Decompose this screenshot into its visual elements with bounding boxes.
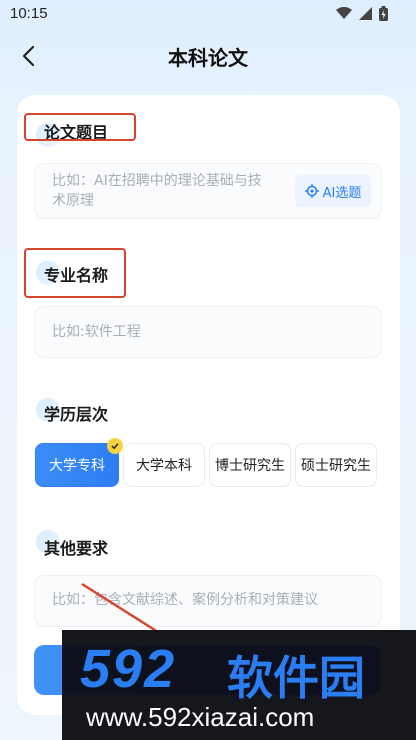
- education-label: 学历层次: [44, 405, 109, 424]
- education-option-label: 博士研究生: [215, 458, 285, 474]
- signal-icon: [359, 7, 372, 20]
- form-card: 论文题目 比如：AI在招聘中的理论基础与技术原理 AI选题 专业名称 比如:软件…: [17, 95, 400, 715]
- topic-label-highlight: [24, 113, 136, 141]
- wifi-icon: [336, 7, 352, 19]
- education-option-bachelor[interactable]: 大学本科: [123, 443, 205, 487]
- topic-input[interactable]: 比如：AI在招聘中的理论基础与技术原理 AI选题: [34, 163, 382, 219]
- battery-icon: [379, 6, 388, 21]
- major-placeholder: 比如:软件工程: [52, 324, 141, 340]
- ai-topic-button[interactable]: AI选题: [295, 175, 371, 207]
- watermark-site-name: 软件园: [227, 651, 365, 705]
- check-icon: [107, 438, 123, 454]
- nav-bar: 本科论文: [0, 32, 416, 80]
- other-label: 其他要求: [44, 539, 109, 558]
- major-input[interactable]: 比如:软件工程: [34, 306, 382, 358]
- education-option-master[interactable]: 硕士研究生: [295, 443, 377, 487]
- status-bar: 10:15: [0, 0, 416, 30]
- education-option-label: 大学专科: [49, 458, 105, 474]
- education-option-phd[interactable]: 博士研究生: [209, 443, 291, 487]
- education-option-label: 硕士研究生: [301, 458, 371, 474]
- target-icon: [304, 184, 319, 198]
- watermark-url: www.592xiazai.com: [86, 702, 315, 732]
- ai-topic-button-label: AI选题: [322, 185, 362, 201]
- page-title: 本科论文: [168, 46, 248, 70]
- education-option-label: 大学本科: [136, 458, 192, 474]
- status-time: 10:15: [10, 5, 48, 22]
- watermark-banner: 592 软件园 www.592xiazai.com: [62, 630, 416, 740]
- topic-placeholder: 比如：AI在招聘中的理论基础与技术原理: [52, 173, 262, 209]
- watermark-number: 592: [80, 639, 177, 699]
- status-icons: [336, 6, 388, 21]
- education-option-junior-college[interactable]: 大学专科: [35, 438, 123, 487]
- major-label-highlight: [24, 248, 126, 298]
